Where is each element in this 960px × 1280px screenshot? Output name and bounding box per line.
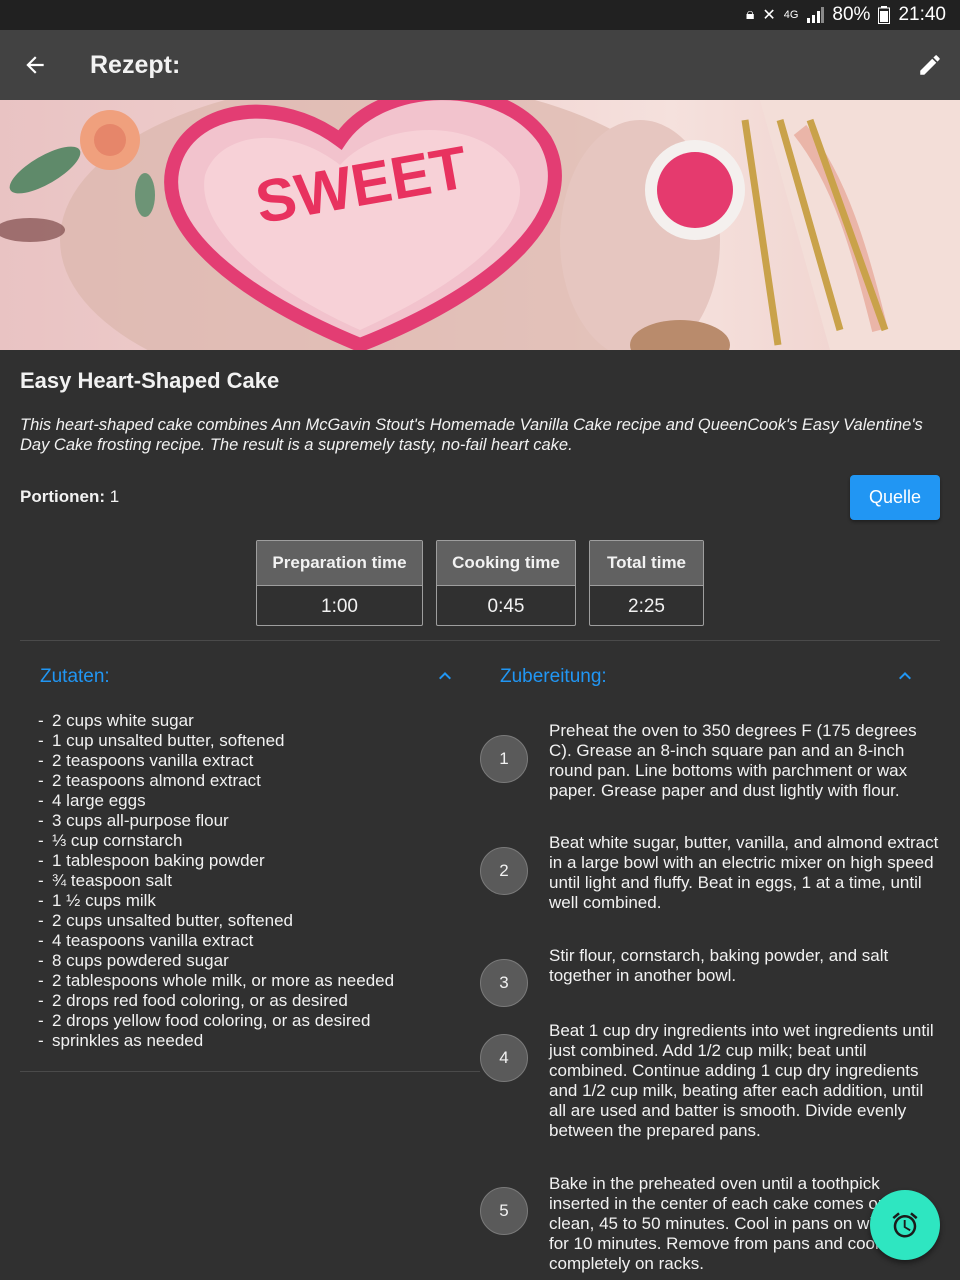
alarm-clock-icon (892, 1212, 918, 1238)
recipe-title: Easy Heart-Shaped Cake (20, 368, 280, 393)
list-item: -1 tablespoon baking powder (38, 851, 265, 870)
mute-icon: ✕ (762, 7, 776, 24)
list-item: -1 ½ cups milk (38, 891, 156, 910)
chevron-up-icon[interactable] (893, 664, 917, 688)
step-number: 2 (480, 847, 528, 895)
step-text: Stir flour, cornstarch, baking powder, a… (549, 946, 889, 985)
list-item: -2 drops red food coloring, or as desire… (38, 991, 348, 1010)
step-number: 3 (480, 959, 528, 1007)
status-bar: 🔒︎ ✕ 4G 80% 21:40 (0, 0, 960, 30)
battery-icon (878, 6, 891, 24)
divider (20, 1071, 480, 1072)
list-item: -2 tablespoons whole milk, or more as ne… (38, 971, 395, 990)
total-time-label: Total time (590, 541, 703, 586)
preparation-time-box: Preparation time 1:00 (256, 540, 423, 626)
list-item: -⅓ cup cornstarch (38, 831, 183, 850)
recipe-description: This heart-shaped cake combines Ann McGa… (20, 416, 923, 454)
lock-icon: 🔒︎ (745, 6, 755, 23)
network-label: 4G (783, 9, 799, 21)
preparation-header[interactable]: Zubereitung: (500, 666, 607, 688)
pencil-icon (920, 55, 940, 75)
step-text: Preheat the oven to 350 degrees F (175 d… (549, 721, 917, 800)
cooking-time-value: 0:45 (487, 595, 525, 617)
list-item: -¾ teaspoon salt (38, 871, 173, 890)
arrow-back-icon (26, 56, 44, 74)
list-item: -2 teaspoons almond extract (38, 771, 261, 790)
servings-value: 1 (109, 487, 120, 506)
source-button[interactable]: Quelle (850, 475, 940, 520)
servings: Portionen: 1 (20, 487, 119, 507)
preparation-time-label: Preparation time (257, 541, 422, 586)
list-item: - sprinkles as needed (38, 1031, 204, 1050)
signal-icon (807, 7, 825, 23)
total-time-box: Total time 2:25 (589, 540, 704, 626)
back-button[interactable] (0, 30, 70, 100)
recipe-image: SWEET (0, 100, 960, 350)
list-item: -1 cup unsalted butter, softened (38, 731, 285, 750)
ingredients-list: -2 cups white sugar -1 cup unsalted butt… (38, 711, 394, 1051)
edit-button[interactable] (900, 30, 960, 100)
list-item: -4 teaspoons vanilla extract (38, 931, 254, 950)
cooking-time-label: Cooking time (437, 541, 575, 586)
list-item: -2 cups unsalted butter, softened (38, 911, 294, 930)
list-item: -2 drops yellow food coloring, or as des… (38, 1011, 371, 1030)
cooking-time-box: Cooking time 0:45 (436, 540, 576, 626)
preparation-time-value: 1:00 (321, 595, 358, 617)
step-number: 4 (480, 1034, 528, 1082)
chevron-up-icon[interactable] (433, 664, 457, 688)
page-title: Rezept: (90, 50, 181, 79)
list-item: -2 teaspoons vanilla extract (38, 751, 254, 770)
step-text: Beat white sugar, butter, vanilla, and a… (549, 833, 939, 912)
servings-label: Portionen: (20, 487, 105, 506)
timer-fab[interactable] (870, 1190, 940, 1260)
app-bar: Rezept: (0, 30, 960, 100)
ingredients-header[interactable]: Zutaten: (40, 666, 110, 688)
list-item: -3 cups all-purpose flour (38, 811, 229, 830)
divider (20, 640, 940, 641)
battery-percent: 80% (832, 4, 871, 25)
list-item: -8 cups powdered sugar (38, 951, 229, 970)
list-item: -2 cups white sugar (38, 711, 194, 730)
step-number: 5 (480, 1187, 528, 1235)
list-item: -4 large eggs (38, 791, 146, 810)
clock: 21:40 (898, 4, 946, 25)
step-number: 1 (480, 735, 528, 783)
step-text: Beat 1 cup dry ingredients into wet ingr… (549, 1021, 934, 1140)
total-time-value: 2:25 (628, 595, 665, 617)
